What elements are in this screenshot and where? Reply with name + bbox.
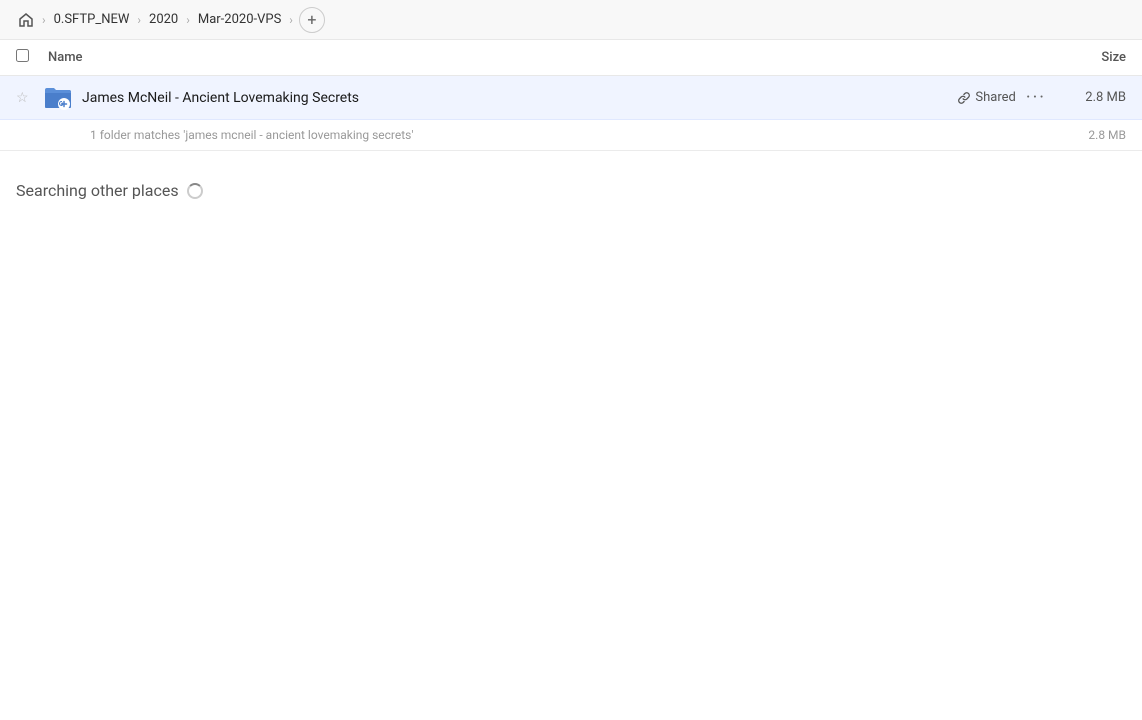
file-size: 2.8 MB xyxy=(1046,90,1126,105)
searching-section: Searching other places xyxy=(0,151,1142,230)
home-button[interactable] xyxy=(12,6,40,34)
shared-badge: Shared xyxy=(957,90,1015,105)
breadcrumb-item-sftp[interactable]: 0.SFTP_NEW xyxy=(48,10,136,29)
breadcrumb-chevron-2: › xyxy=(137,13,141,27)
breadcrumb-item-vps[interactable]: Mar-2020-VPS xyxy=(192,10,287,29)
column-header: Name Size xyxy=(0,40,1142,76)
breadcrumb-bar: › 0.SFTP_NEW › 2020 › Mar-2020-VPS › + xyxy=(0,0,1142,40)
star-icon[interactable]: ☆ xyxy=(16,90,36,106)
name-column-header: Name xyxy=(48,50,1046,65)
match-info-row: 1 folder matches 'james mcneil - ancient… xyxy=(0,120,1142,151)
shared-label: Shared xyxy=(975,90,1015,105)
file-actions: Shared ··· xyxy=(957,89,1046,107)
searching-text: Searching other places xyxy=(16,181,179,200)
file-row[interactable]: ☆ James McNeil - Ancient Lovemaking Secr… xyxy=(0,76,1142,120)
match-text: 1 folder matches 'james mcneil - ancient… xyxy=(90,128,1046,142)
breadcrumb-item-2020[interactable]: 2020 xyxy=(143,10,184,29)
searching-label: Searching other places xyxy=(16,181,1126,200)
breadcrumb-chevron-3: › xyxy=(186,13,190,27)
add-tab-button[interactable]: + xyxy=(299,7,325,33)
link-icon xyxy=(957,91,971,105)
select-all-checkbox[interactable] xyxy=(16,49,40,66)
loading-spinner xyxy=(187,183,203,199)
size-column-header: Size xyxy=(1046,50,1126,65)
match-size: 2.8 MB xyxy=(1046,128,1126,142)
folder-icon xyxy=(42,82,74,114)
file-name: James McNeil - Ancient Lovemaking Secret… xyxy=(82,90,957,106)
breadcrumb-chevron-4: › xyxy=(289,13,293,27)
breadcrumb-chevron-1: › xyxy=(42,13,46,27)
more-options-button[interactable]: ··· xyxy=(1026,89,1046,107)
